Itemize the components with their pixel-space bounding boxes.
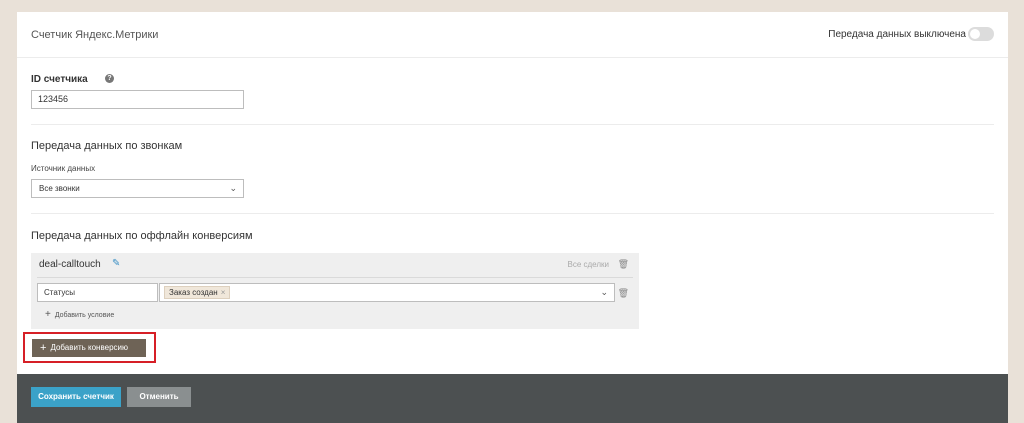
trash-icon[interactable]: 🗑 [618, 259, 629, 270]
condition-field-input[interactable]: Статусы [37, 283, 158, 302]
footer-bar: Сохранить счетчик Отменить [17, 374, 1008, 423]
card-header: Счетчик Яндекс.Метрики Передача данных в… [17, 12, 1008, 58]
trash-icon[interactable]: 🗑 [618, 288, 629, 299]
condition-tag-label: Заказ создан [169, 288, 218, 297]
plus-icon: + [40, 342, 47, 354]
chevron-down-icon: ⌄ [600, 287, 608, 297]
yandex-metrika-card: Счетчик Яндекс.Метрики Передача данных в… [17, 12, 1008, 374]
close-icon[interactable]: × [221, 288, 226, 297]
cancel-button[interactable]: Отменить [127, 387, 191, 407]
divider [31, 124, 994, 125]
divider [31, 213, 994, 214]
condition-tag: Заказ создан × [164, 286, 231, 299]
conversion-card: deal-calltouch ✎ Все сделки 🗑 Статусы За… [31, 253, 639, 329]
conversion-name: deal-calltouch [39, 259, 101, 270]
add-conversion-button[interactable]: + Добавить конверсию [32, 339, 146, 357]
conversion-scope[interactable]: Все сделки [568, 260, 610, 269]
divider [37, 277, 633, 278]
add-conversion-label: Добавить конверсию [50, 343, 128, 352]
data-transfer-toggle-label: Передача данных выключена [828, 29, 966, 40]
question-circle-icon[interactable]: ? [105, 74, 114, 83]
data-source-select[interactable]: Все звонки ⌄ [31, 179, 244, 198]
condition-values-select[interactable]: Заказ создан × ⌄ [159, 283, 615, 302]
data-source-value: Все звонки [39, 184, 80, 193]
save-counter-button[interactable]: Сохранить счетчик [31, 387, 121, 407]
card-title: Счетчик Яндекс.Метрики [31, 29, 159, 41]
offline-section-title: Передача данных по оффлайн конверсиям [31, 230, 253, 242]
toggle-knob [970, 29, 980, 39]
calls-section-title: Передача данных по звонкам [31, 140, 183, 152]
pencil-icon[interactable]: ✎ [112, 258, 120, 269]
data-source-label: Источник данных [31, 164, 96, 173]
add-condition-link[interactable]: + Добавить условие [45, 309, 114, 320]
chevron-down-icon: ⌄ [229, 183, 237, 193]
counter-id-input[interactable]: 123456 [31, 90, 244, 109]
plus-icon: + [45, 309, 51, 320]
add-condition-label: Добавить условие [54, 312, 115, 319]
counter-id-label: ID счетчика [31, 74, 88, 85]
data-transfer-toggle[interactable] [968, 27, 994, 41]
